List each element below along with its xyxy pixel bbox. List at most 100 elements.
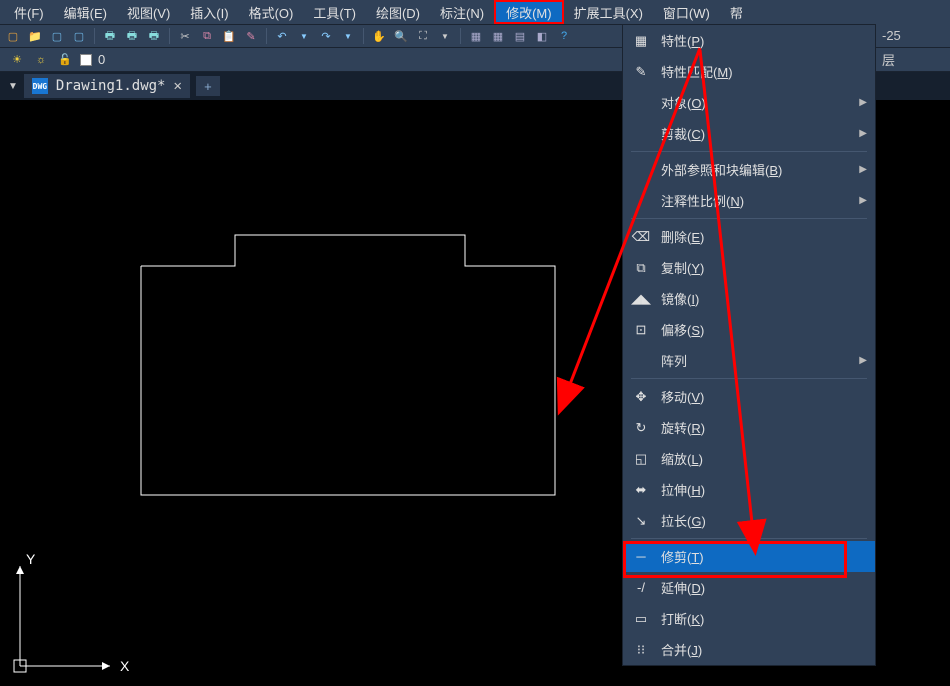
- menu-item-label: 合并(J): [661, 640, 867, 659]
- tab-arrow-icon[interactable]: ▼: [8, 81, 18, 92]
- menu-item-icon: ⁝⁝: [631, 642, 651, 658]
- new2-icon[interactable]: ▢: [48, 27, 66, 45]
- menu-item-J[interactable]: ⁝⁝ 合并(J): [623, 634, 875, 665]
- file-name: Drawing1.dwg*: [56, 78, 166, 94]
- menu-item-label: 镜像(I): [661, 289, 867, 308]
- menu-扩展工具(X)[interactable]: 扩展工具(X): [564, 0, 653, 24]
- undo-drop-icon[interactable]: ▼: [295, 27, 313, 45]
- print2-icon[interactable]: 🖶: [123, 27, 141, 45]
- menu-item-K[interactable]: ▭打断(K): [623, 603, 875, 634]
- color-icon[interactable]: [80, 54, 92, 66]
- menu-item-label: 注释性比例(N): [661, 191, 849, 210]
- menu-工具(T)[interactable]: 工具(T): [303, 0, 366, 24]
- menu-item-E[interactable]: ⌫ 删除(E): [623, 221, 875, 252]
- menu-item-label: 特性匹配(M): [661, 62, 867, 81]
- menu-item-icon: ✎: [631, 64, 651, 80]
- menu-separator: [631, 151, 867, 152]
- zoom-icon[interactable]: 🔍: [392, 27, 410, 45]
- menu-item-label: 延伸(D): [661, 578, 867, 597]
- menu-件(F)[interactable]: 件(F): [4, 0, 54, 24]
- new3-icon[interactable]: ▢: [70, 27, 88, 45]
- menu-item-O[interactable]: 对象(O) ▶: [623, 87, 875, 118]
- menu-item-icon: ⬌: [631, 482, 651, 498]
- menu-item-icon: ─: [631, 549, 651, 564]
- menu-item-B[interactable]: 外部参照和块编辑(B)▶: [623, 154, 875, 185]
- menu-item-icon: ▦: [631, 33, 651, 49]
- sun2-icon[interactable]: ☼: [32, 51, 50, 69]
- menu-item-T[interactable]: ─ 修剪(T): [623, 541, 875, 572]
- menu-item-icon: ◢◣: [631, 291, 651, 307]
- menu-修改(M)[interactable]: 修改(M): [494, 0, 564, 24]
- menu-item-label: 修剪(T): [661, 547, 867, 566]
- file-tab[interactable]: DWG Drawing1.dwg* ✕: [24, 74, 190, 98]
- menu-item-Y[interactable]: ⧉复制(Y): [623, 252, 875, 283]
- lock-icon[interactable]: 🔓: [56, 51, 74, 69]
- menu-item-label: 旋转(R): [661, 418, 867, 437]
- menu-item-icon: ⊡: [631, 322, 651, 338]
- copy-icon[interactable]: ⧉: [198, 27, 216, 45]
- menu-item-阵列[interactable]: 阵列▶: [623, 345, 875, 376]
- menu-item-L[interactable]: ◱缩放(L): [623, 443, 875, 474]
- new-tab-button[interactable]: +: [196, 76, 220, 96]
- zoomex-icon[interactable]: ⛶: [414, 27, 432, 45]
- pan-icon[interactable]: ✋: [370, 27, 388, 45]
- menu-item-G[interactable]: ↘拉长(G): [623, 505, 875, 536]
- menu-视图(V)[interactable]: 视图(V): [117, 0, 180, 24]
- menu-item-D[interactable]: -/ 延伸(D): [623, 572, 875, 603]
- paste-icon[interactable]: 📋: [220, 27, 238, 45]
- menu-item-P[interactable]: ▦ 特性(P): [623, 25, 875, 56]
- menu-item-label: 对象(O): [661, 93, 849, 112]
- table-icon[interactable]: ▦: [489, 27, 507, 45]
- menu-标注(N)[interactable]: 标注(N): [430, 0, 494, 24]
- submenu-arrow-icon: ▶: [859, 128, 867, 139]
- redo-icon[interactable]: ↷: [317, 27, 335, 45]
- menubar: 件(F)编辑(E)视图(V)插入(I)格式(O)工具(T)绘图(D)标注(N)修…: [0, 0, 950, 24]
- modify-menu: ▦特性(P)✎特性匹配(M)对象(O)▶剪裁(C)▶外部参照和块编辑(B)▶注释…: [622, 24, 876, 666]
- menu-separator: [631, 538, 867, 539]
- cut-icon[interactable]: ✂: [176, 27, 194, 45]
- menu-separator: [631, 378, 867, 379]
- menu-插入(I)[interactable]: 插入(I): [180, 0, 238, 24]
- menu-item-I[interactable]: ◢◣ 镜像(I): [623, 283, 875, 314]
- submenu-arrow-icon: ▶: [859, 195, 867, 206]
- close-icon[interactable]: ✕: [173, 78, 181, 94]
- menu-item-label: 缩放(L): [661, 449, 867, 468]
- menu-item-label: 拉伸(H): [661, 480, 867, 499]
- submenu-arrow-icon: ▶: [859, 97, 867, 108]
- brush-icon[interactable]: ✎: [242, 27, 260, 45]
- menu-窗口(W)[interactable]: 窗口(W): [653, 0, 720, 24]
- menu-item-label: 特性(P): [661, 31, 867, 50]
- menu-item-M[interactable]: ✎ 特性匹配(M): [623, 56, 875, 87]
- menu-item-H[interactable]: ⬌ 拉伸(H): [623, 474, 875, 505]
- undo-icon[interactable]: ↶: [273, 27, 291, 45]
- menu-格式(O)[interactable]: 格式(O): [239, 0, 304, 24]
- clip-icon[interactable]: ◧: [533, 27, 551, 45]
- menu-item-R[interactable]: ↻ 旋转(R): [623, 412, 875, 443]
- help-icon[interactable]: ?: [555, 27, 573, 45]
- menu-item-C[interactable]: 剪裁(C)▶: [623, 118, 875, 149]
- menu-item-label: 删除(E): [661, 227, 867, 246]
- print-icon[interactable]: 🖶: [101, 27, 119, 45]
- calc-icon[interactable]: ▦: [467, 27, 485, 45]
- rp-val2: 层: [876, 48, 950, 72]
- sheet-icon[interactable]: ▤: [511, 27, 529, 45]
- menu-item-V[interactable]: ✥移动(V): [623, 381, 875, 412]
- menu-item-icon: -/: [631, 580, 651, 595]
- zoom-drop-icon[interactable]: ▼: [436, 27, 454, 45]
- open-icon[interactable]: 📁: [26, 27, 44, 45]
- drawing-canvas[interactable]: X Y: [0, 100, 622, 686]
- new-icon[interactable]: ▢: [4, 27, 22, 45]
- menu-帮[interactable]: 帮: [720, 0, 753, 24]
- menu-item-N[interactable]: 注释性比例(N) ▶: [623, 185, 875, 216]
- redo-drop-icon[interactable]: ▼: [339, 27, 357, 45]
- menu-item-icon: ↻: [631, 420, 651, 436]
- menu-item-S[interactable]: ⊡偏移(S): [623, 314, 875, 345]
- menu-绘图(D)[interactable]: 绘图(D): [366, 0, 430, 24]
- menu-item-label: 打断(K): [661, 609, 867, 628]
- menu-编辑(E)[interactable]: 编辑(E): [54, 0, 117, 24]
- menu-item-icon: ⌫: [631, 229, 651, 245]
- right-panel: -25 层: [876, 24, 950, 72]
- sun-icon[interactable]: ☀: [8, 51, 26, 69]
- svg-text:Y: Y: [26, 551, 36, 567]
- print3-icon[interactable]: 🖶: [145, 27, 163, 45]
